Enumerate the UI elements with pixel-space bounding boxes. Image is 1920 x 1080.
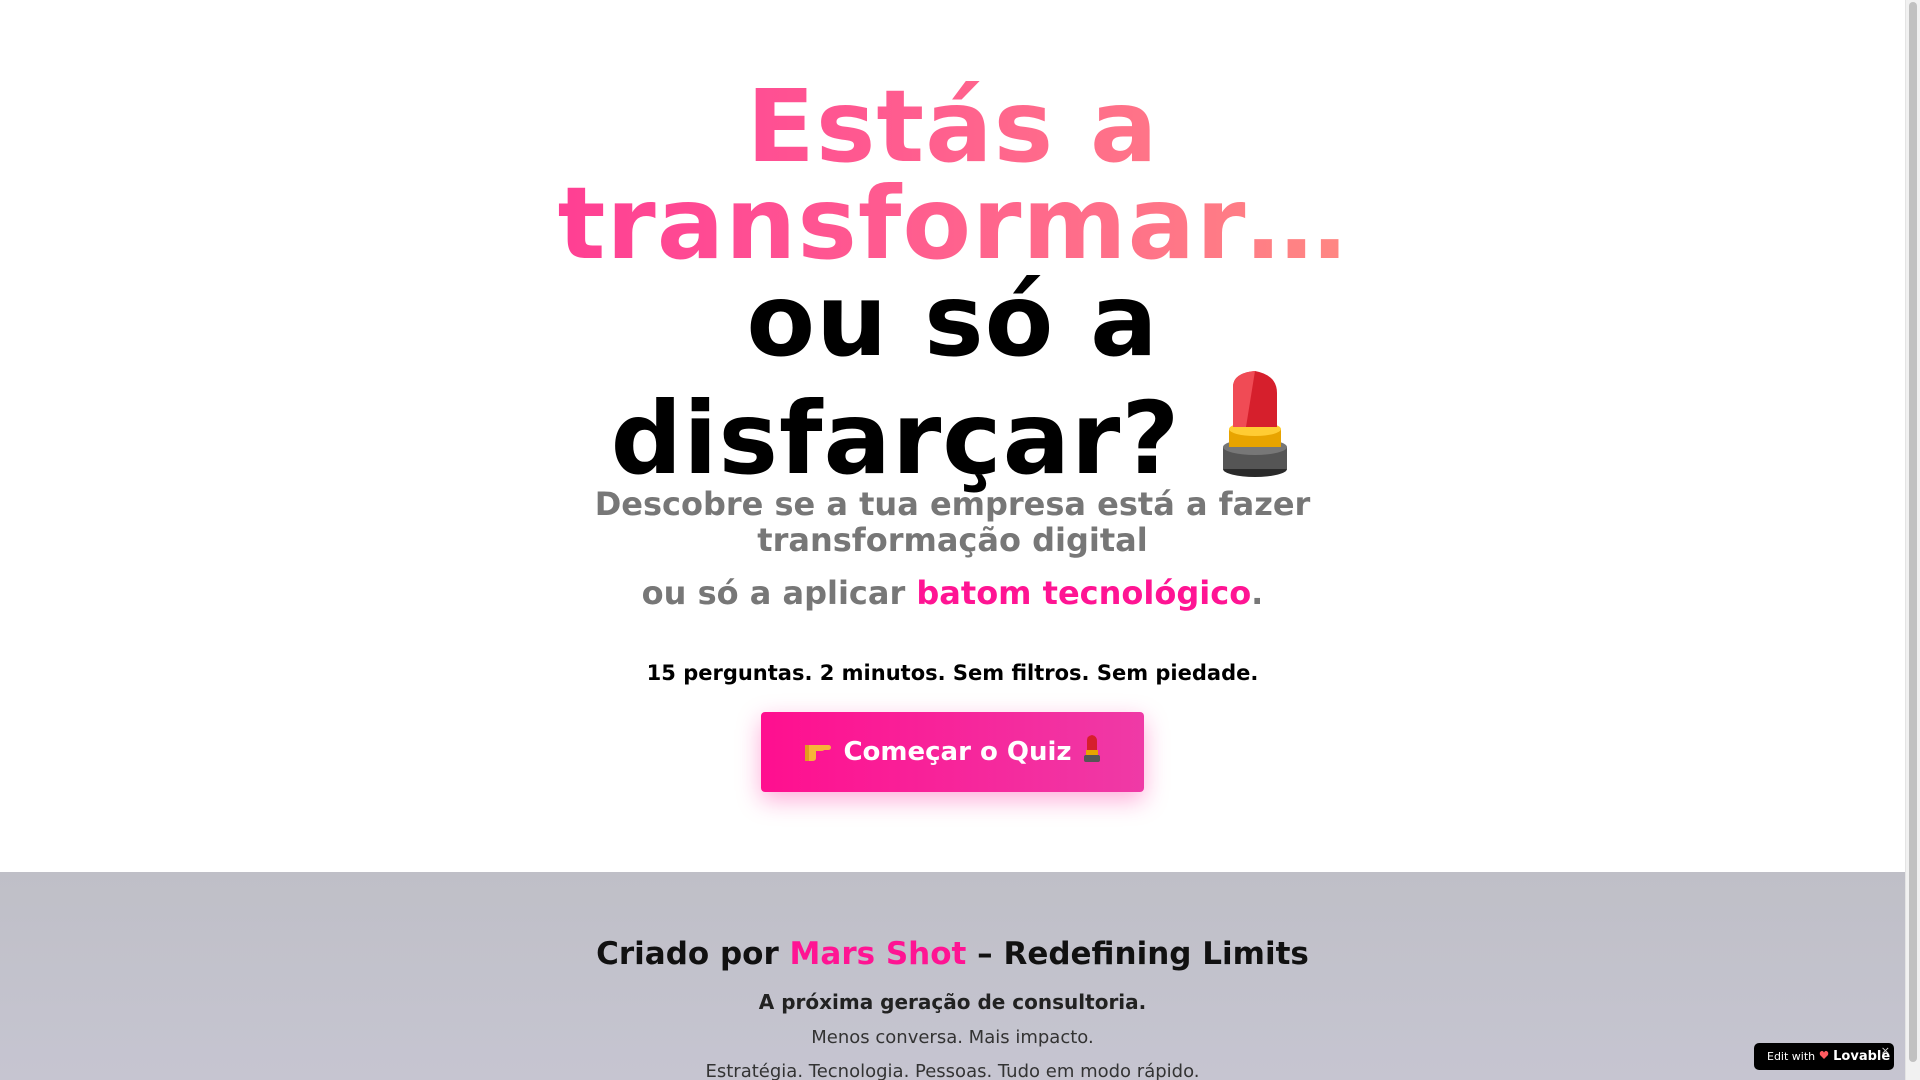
subtitle2-suffix: . xyxy=(1251,574,1264,612)
headline-line-3: ou só a xyxy=(746,262,1159,379)
vertical-scrollbar[interactable] xyxy=(1905,0,1920,1080)
subtitle-line-2: transformação digital xyxy=(757,521,1148,559)
lipstick-icon xyxy=(1082,734,1102,770)
badge-prefix: Edit with xyxy=(1767,1050,1816,1063)
start-quiz-label: Começar o Quiz xyxy=(843,737,1072,767)
hero-section: Estás a transformar… ou só a disfarçar? … xyxy=(0,0,1905,872)
subtitle2-highlight: batom tecnológico xyxy=(916,574,1252,612)
subtitle-line-1: Descobre se a tua empresa está a fazer xyxy=(594,485,1311,523)
headline-line-1: Estás a xyxy=(0,77,1905,177)
hero-headline: Estás a transformar… ou só a disfarçar? xyxy=(0,77,1905,489)
headline-line-4: disfarçar? xyxy=(0,369,1905,489)
edit-with-lovable-badge[interactable]: Edit with Lovable × xyxy=(1754,1043,1894,1070)
scrollbar-thumb[interactable] xyxy=(1909,2,1917,1062)
footer-strategy: Estratégia. Tecnologia. Pessoas. Tudo em… xyxy=(705,1061,1200,1080)
pointing-hand-icon xyxy=(803,736,833,769)
headline-line-4-text: disfarçar? xyxy=(610,380,1181,497)
lovable-heart-icon xyxy=(1819,1050,1829,1063)
page: Estás a transformar… ou só a disfarçar? … xyxy=(0,0,1905,1080)
credit-prefix: Criado por xyxy=(596,936,779,972)
subtitle2-prefix: ou só a aplicar xyxy=(641,574,906,612)
footer-section: Criado por Mars Shot – Redefining Limits… xyxy=(0,872,1905,1080)
footer-next-generation: A próxima geração de consultoria. xyxy=(758,990,1147,1014)
footer-credit: Criado por Mars Shot – Redefining Limits xyxy=(0,936,1905,972)
headline-line-2: transformar… xyxy=(0,174,1905,274)
credit-brand: Mars Shot xyxy=(789,936,967,972)
hero-subtitle: Descobre se a tua empresa está a fazer t… xyxy=(0,486,1905,558)
credit-suffix: – Redefining Limits xyxy=(977,936,1309,972)
footer-less-talk: Menos conversa. Mais impacto. xyxy=(811,1027,1094,1048)
start-quiz-button[interactable]: Começar o Quiz xyxy=(761,712,1144,792)
lipstick-icon xyxy=(1216,369,1294,479)
close-icon[interactable]: × xyxy=(1881,1044,1890,1057)
hero-tagline: 15 perguntas. 2 minutos. Sem filtros. Se… xyxy=(646,661,1259,685)
hero-subtitle-2: ou só a aplicar batom tecnológico. xyxy=(0,574,1905,612)
